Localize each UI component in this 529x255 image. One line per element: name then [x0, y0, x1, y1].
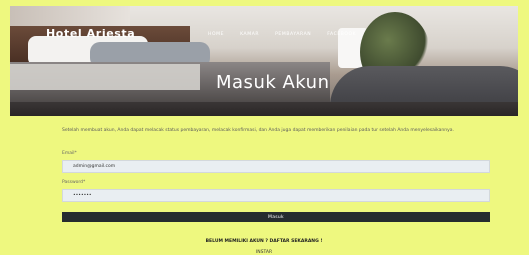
email-field[interactable]: admin@gmail.com: [62, 160, 490, 173]
hotel-title[interactable]: Hotel Ariesta: [46, 27, 135, 40]
email-value: admin@gmail.com: [73, 164, 116, 169]
footer-text: INSTAR: [255, 250, 273, 255]
nav-facebook[interactable]: FACEBOOK: [327, 32, 356, 37]
password-field[interactable]: •••••••: [62, 189, 490, 202]
email-label: Email*: [62, 151, 77, 156]
hero-banner: Hotel Ariesta HOME KAMAR PEMBAYARAN FACE…: [10, 6, 518, 116]
login-section: Setelah membuat akun, Anda dapat melacak…: [10, 116, 518, 255]
intro-text: Setelah membuat akun, Anda dapat melacak…: [62, 128, 454, 133]
page-title: Masuk Akun: [216, 72, 330, 93]
nav-home[interactable]: HOME: [208, 32, 224, 37]
main-nav: HOME KAMAR PEMBAYARAN FACEBOOK: [208, 32, 356, 37]
signup-link[interactable]: BELUM MEMILIKI AKUN ? DAFTAR SEKARANG !: [10, 239, 518, 244]
nav-pembayaran[interactable]: PEMBAYARAN: [275, 32, 311, 37]
nav-kamar[interactable]: KAMAR: [240, 32, 259, 37]
password-value: •••••••: [73, 193, 92, 198]
password-label: Password*: [62, 180, 86, 185]
hero-floor: [10, 102, 518, 116]
login-button[interactable]: Masuk: [62, 212, 490, 222]
hero-bed-sheet: [10, 64, 200, 90]
